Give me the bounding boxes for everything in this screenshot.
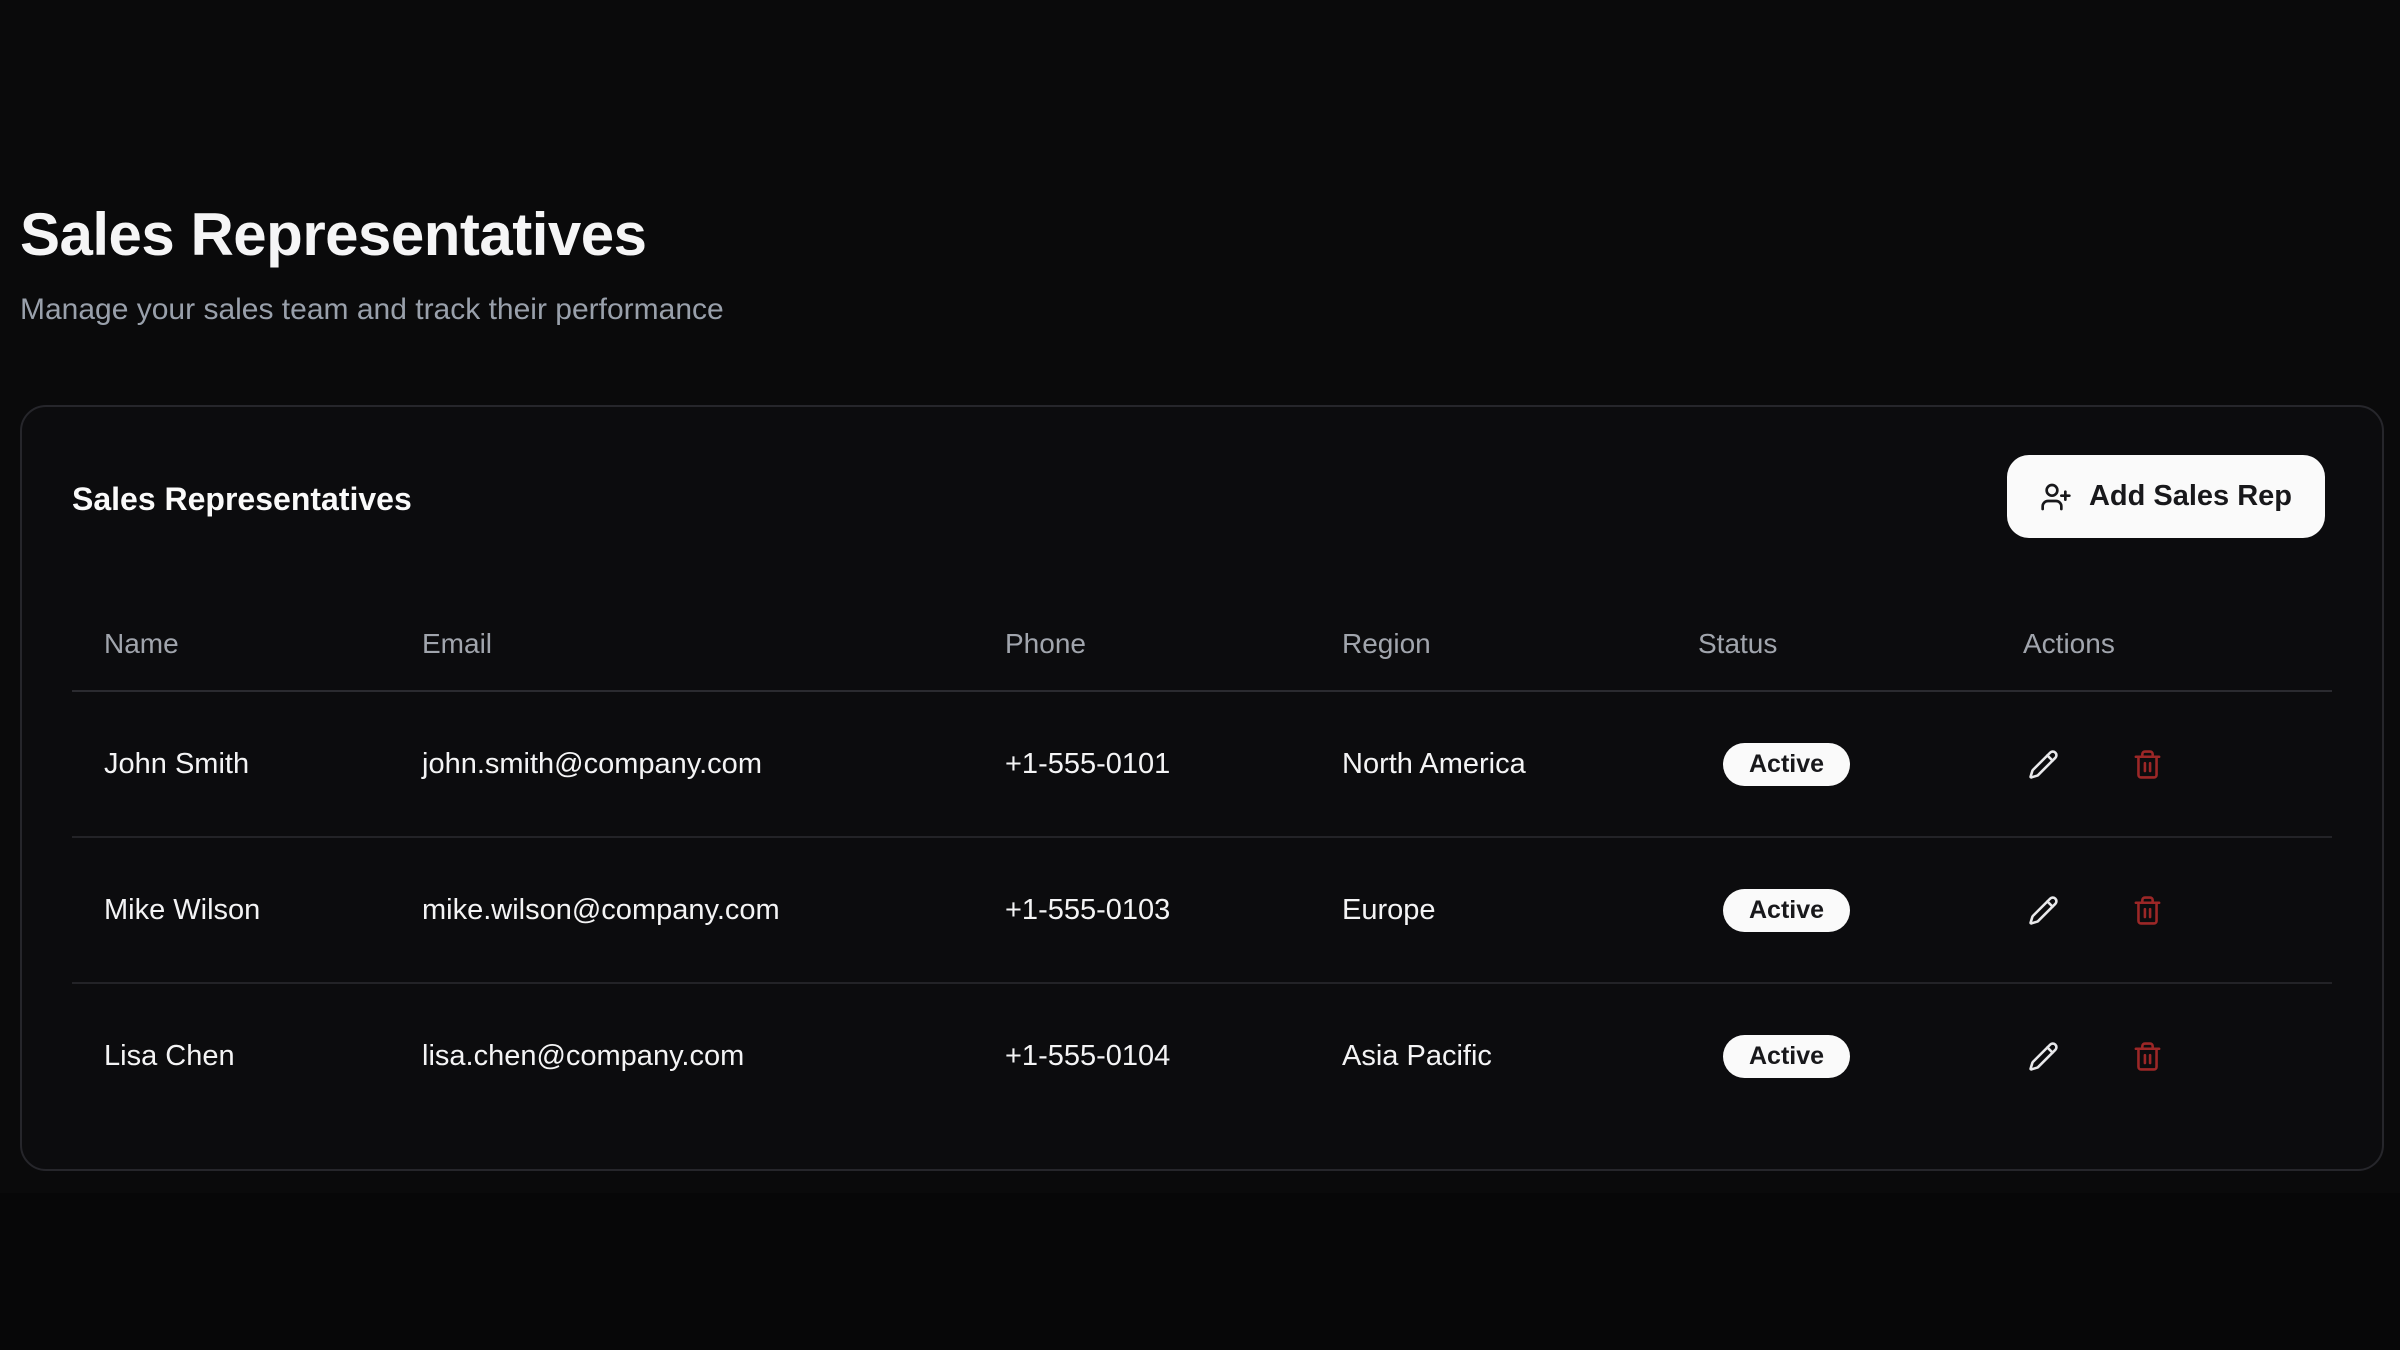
rep-phone: +1-555-0103 (973, 837, 1310, 983)
trash-icon (2132, 1041, 2163, 1072)
rep-email: mike.wilson@company.com (390, 837, 973, 983)
rep-actions-cell (1991, 837, 2332, 983)
rep-region: Europe (1310, 837, 1666, 983)
status-badge: Active (1723, 889, 1850, 932)
rep-actions-cell (1991, 691, 2332, 837)
rep-name: Lisa Chen (72, 983, 390, 1128)
table-row: Mike Wilson mike.wilson@company.com +1-5… (72, 837, 2332, 983)
column-header-region: Region (1310, 597, 1666, 691)
table-row: John Smith john.smith@company.com +1-555… (72, 691, 2332, 837)
page-title: Sales Representatives (20, 200, 647, 270)
page: Sales Representatives Manage your sales … (0, 0, 2400, 1350)
trash-icon (2132, 749, 2163, 780)
rep-email: lisa.chen@company.com (390, 983, 973, 1128)
delete-button[interactable] (2127, 1036, 2167, 1076)
rep-region: Asia Pacific (1310, 983, 1666, 1128)
delete-button[interactable] (2127, 890, 2167, 930)
edit-button[interactable] (2023, 1036, 2063, 1076)
pencil-icon (2028, 1041, 2059, 1072)
column-header-phone: Phone (973, 597, 1310, 691)
trash-icon (2132, 895, 2163, 926)
table-header-row: Name Email Phone Region Status Actions (72, 597, 2332, 691)
card-title: Sales Representatives (72, 480, 412, 518)
user-plus-icon (2040, 481, 2072, 513)
rep-status-cell: Active (1666, 837, 1991, 983)
rep-email: john.smith@company.com (390, 691, 973, 837)
rep-name: John Smith (72, 691, 390, 837)
column-header-actions: Actions (1991, 597, 2332, 691)
delete-button[interactable] (2127, 744, 2167, 784)
edit-button[interactable] (2023, 744, 2063, 784)
column-header-email: Email (390, 597, 973, 691)
table-row: Lisa Chen lisa.chen@company.com +1-555-0… (72, 983, 2332, 1128)
sales-reps-table: Name Email Phone Region Status Actions J… (72, 597, 2332, 1128)
page-subtitle: Manage your sales team and track their p… (20, 290, 724, 330)
pencil-icon (2028, 749, 2059, 780)
rep-status-cell: Active (1666, 691, 1991, 837)
sales-reps-card: Sales Representatives Add Sales Rep Name (20, 405, 2384, 1171)
rep-phone: +1-555-0104 (973, 983, 1310, 1128)
page-bottom-strip (0, 1193, 2400, 1350)
add-sales-rep-button[interactable]: Add Sales Rep (2007, 455, 2325, 538)
rep-region: North America (1310, 691, 1666, 837)
edit-button[interactable] (2023, 890, 2063, 930)
pencil-icon (2028, 895, 2059, 926)
add-sales-rep-label: Add Sales Rep (2089, 480, 2292, 513)
status-badge: Active (1723, 1035, 1850, 1078)
rep-actions-cell (1991, 983, 2332, 1128)
rep-phone: +1-555-0101 (973, 691, 1310, 837)
status-badge: Active (1723, 743, 1850, 786)
rep-status-cell: Active (1666, 983, 1991, 1128)
rep-name: Mike Wilson (72, 837, 390, 983)
column-header-status: Status (1666, 597, 1991, 691)
column-header-name: Name (72, 597, 390, 691)
